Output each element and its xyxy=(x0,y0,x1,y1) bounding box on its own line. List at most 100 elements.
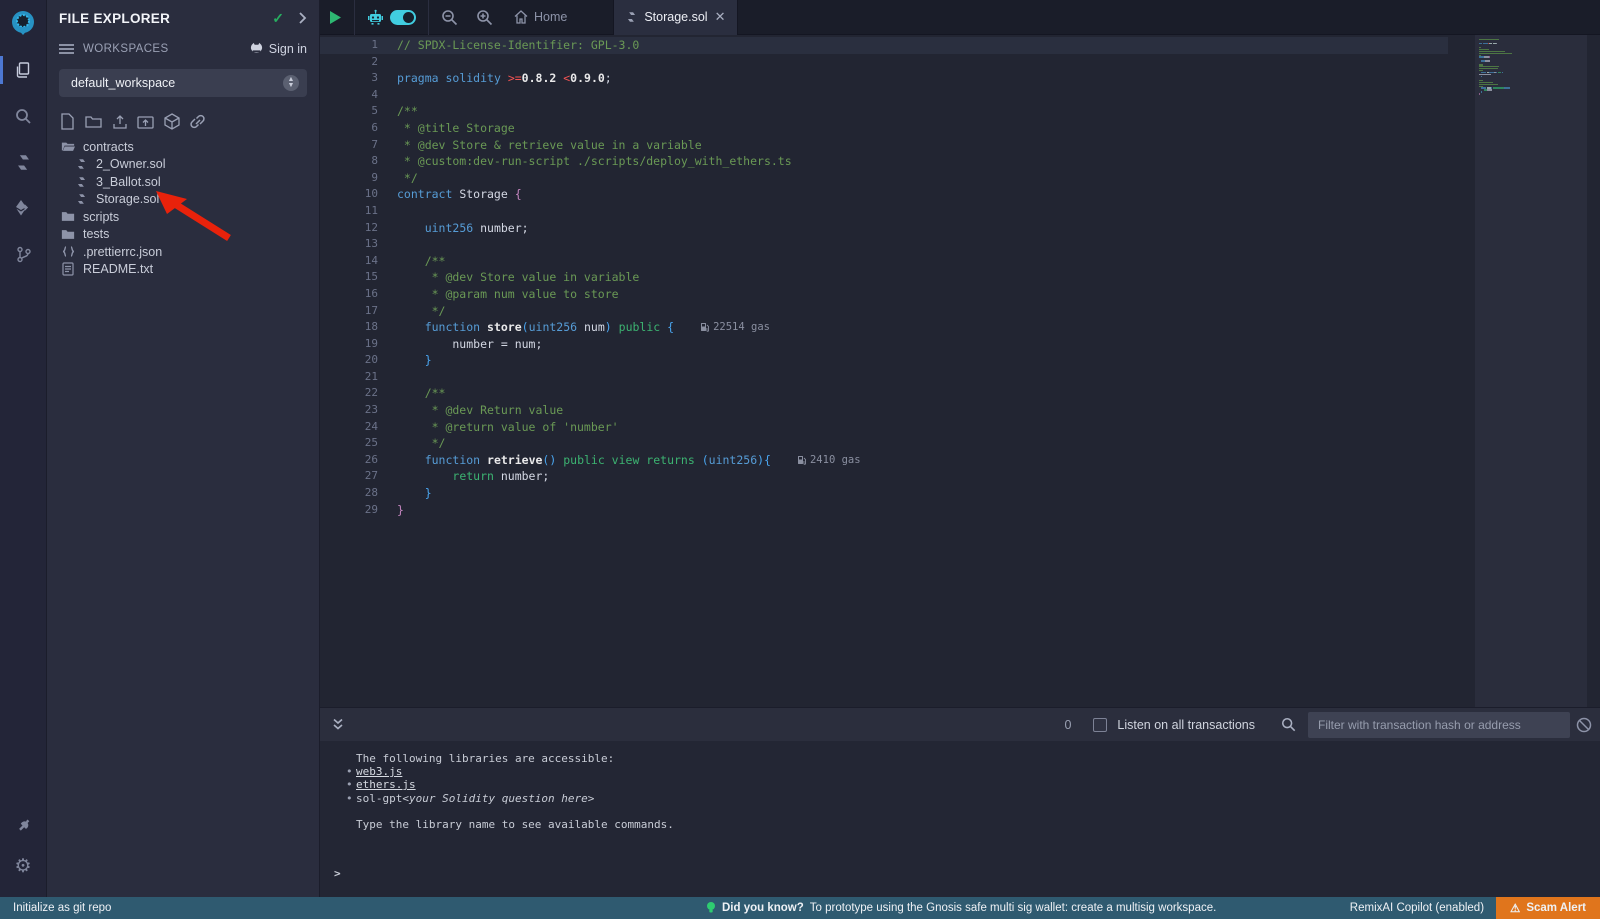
line-text: } xyxy=(378,352,432,369)
code-line-17[interactable]: 17 */ xyxy=(320,303,1448,320)
side-panel: FILE EXPLORER ✓ WORKSPACES Sign in defau… xyxy=(47,0,320,897)
code-line-6[interactable]: 6 * @title Storage xyxy=(320,120,1448,137)
sidebar-item-search[interactable] xyxy=(0,99,47,133)
code-line-2[interactable]: 2 xyxy=(320,54,1448,71)
code-line-29[interactable]: 29} xyxy=(320,502,1448,519)
sidebar-item-settings[interactable]: ⚙ xyxy=(0,849,47,883)
sidebar-item-git[interactable] xyxy=(0,237,47,271)
code-line-24[interactable]: 24 * @return value of 'number' xyxy=(320,419,1448,436)
zoom-in-button[interactable] xyxy=(467,0,502,35)
line-number: 5 xyxy=(320,103,378,120)
terminal-prompt[interactable]: > xyxy=(334,867,341,880)
line-text: * @dev Store value in variable xyxy=(378,269,639,286)
code-line-22[interactable]: 22 /** xyxy=(320,385,1448,402)
upload-file-icon[interactable] xyxy=(111,113,128,130)
code-line-14[interactable]: 14 /** xyxy=(320,253,1448,270)
bullet-icon: • xyxy=(346,765,356,778)
code-line-12[interactable]: 12 uint256 number; xyxy=(320,220,1448,237)
code-line-25[interactable]: 25 */ xyxy=(320,435,1448,452)
code-line-13[interactable]: 13 xyxy=(320,236,1448,253)
file-name: .prettierrc.json xyxy=(83,245,162,259)
line-text: } xyxy=(378,485,432,502)
code-line-16[interactable]: 16 * @param num value to store xyxy=(320,286,1448,303)
line-text: return number; xyxy=(378,468,549,485)
file-tree-item-2-owner-sol[interactable]: 2_Owner.sol xyxy=(47,156,319,174)
editor-topbar: Home Storage.sol ✕ xyxy=(320,0,1600,35)
code-line-19[interactable]: 19 number = num; xyxy=(320,336,1448,353)
upload-folder-icon[interactable] xyxy=(137,113,154,130)
file-tree-item-scripts[interactable]: scripts xyxy=(47,208,319,226)
sidebar-item-plugin-manager[interactable] xyxy=(0,809,47,843)
bullet-icon: • xyxy=(346,778,356,791)
file-tree-item--prettierrc-json[interactable]: .prettierrc.json xyxy=(47,243,319,261)
sidebar-item-solidity-compiler[interactable] xyxy=(0,145,47,179)
file-explorer-icon xyxy=(14,61,32,79)
code-line-5[interactable]: 5/** xyxy=(320,103,1448,120)
transaction-filter-input[interactable] xyxy=(1308,712,1570,738)
new-file-icon[interactable] xyxy=(59,113,76,130)
doc-icon xyxy=(61,262,75,276)
close-tab-icon[interactable]: ✕ xyxy=(715,9,726,25)
code-line-23[interactable]: 23 * @dev Return value xyxy=(320,402,1448,419)
code-line-4[interactable]: 4 xyxy=(320,87,1448,104)
chevron-right-icon[interactable] xyxy=(298,12,307,24)
code-line-8[interactable]: 8 * @custom:dev-run-script ./scripts/dep… xyxy=(320,153,1448,170)
zoom-out-button[interactable] xyxy=(432,0,467,35)
collapse-terminal-icon[interactable] xyxy=(332,718,344,731)
scam-alert-button[interactable]: ⚠ Scam Alert xyxy=(1496,897,1600,919)
hamburger-menu-icon[interactable] xyxy=(59,43,74,55)
library-link[interactable]: web3.js xyxy=(356,765,402,778)
solidity-file-icon xyxy=(626,11,637,23)
file-tree-item-tests[interactable]: tests xyxy=(47,226,319,244)
code-line-3[interactable]: 3pragma solidity >=0.8.2 <0.9.0; xyxy=(320,70,1448,87)
tab-storage-sol[interactable]: Storage.sol ✕ xyxy=(613,0,738,35)
new-folder-icon[interactable] xyxy=(85,113,102,130)
clear-console-icon[interactable] xyxy=(1576,717,1592,733)
code-line-20[interactable]: 20 } xyxy=(320,352,1448,369)
git-init-status[interactable]: Initialize as git repo xyxy=(0,902,111,914)
code-line-27[interactable]: 27 return number; xyxy=(320,468,1448,485)
terminal-search-icon[interactable] xyxy=(1281,717,1296,732)
terminal-library-item: •sol-gpt <your Solidity question here> xyxy=(320,792,1600,805)
tab-home[interactable]: Home xyxy=(502,0,579,35)
sign-in-button[interactable]: Sign in xyxy=(249,42,307,56)
code-line-10[interactable]: 10contract Storage { xyxy=(320,186,1448,203)
line-number: 24 xyxy=(320,419,378,436)
link-icon[interactable] xyxy=(189,113,206,130)
file-tree-item-readme-txt[interactable]: README.txt xyxy=(47,261,319,279)
library-link[interactable]: ethers.js xyxy=(356,778,416,791)
gist-cube-icon[interactable] xyxy=(163,113,180,130)
ai-copilot-robot-icon[interactable] xyxy=(358,0,388,35)
sidebar-item-deploy-run[interactable] xyxy=(0,191,47,225)
code-line-7[interactable]: 7 * @dev Store & retrieve value in a var… xyxy=(320,137,1448,154)
line-text: number = num; xyxy=(378,336,542,353)
ai-copilot-toggle[interactable] xyxy=(388,0,425,35)
file-tree-item-contracts[interactable]: contracts xyxy=(47,138,319,156)
lightbulb-icon xyxy=(706,901,716,915)
solidity-compiler-icon xyxy=(15,154,32,171)
code-line-9[interactable]: 9 */ xyxy=(320,170,1448,187)
line-text: } xyxy=(378,502,404,519)
workspace-select[interactable]: default_workspace ▲▼ xyxy=(59,69,307,97)
code-line-18[interactable]: 18 function store(uint256 num) public {2… xyxy=(320,319,1448,336)
code-line-21[interactable]: 21 xyxy=(320,369,1448,386)
code-line-28[interactable]: 28 } xyxy=(320,485,1448,502)
code-line-1[interactable]: 1// SPDX-License-Identifier: GPL-3.0 xyxy=(320,37,1448,54)
file-tree-item-storage-sol[interactable]: Storage.sol xyxy=(47,191,319,209)
code-line-26[interactable]: 26 function retrieve() public view retur… xyxy=(320,452,1448,469)
file-name: tests xyxy=(83,227,109,241)
terminal-library-item: •ethers.js xyxy=(320,778,1600,791)
code-editor[interactable]: 1// SPDX-License-Identifier: GPL-3.023pr… xyxy=(320,35,1600,707)
run-script-button[interactable] xyxy=(320,0,351,35)
listen-transactions-checkbox[interactable] xyxy=(1093,718,1107,732)
code-line-11[interactable]: 11 xyxy=(320,203,1448,220)
remix-logo-icon[interactable] xyxy=(7,7,39,39)
code-line-15[interactable]: 15 * @dev Store value in variable xyxy=(320,269,1448,286)
file-tree-item-3-ballot-sol[interactable]: 3_Ballot.sol xyxy=(47,173,319,191)
sidebar-item-file-explorer[interactable] xyxy=(0,53,47,87)
terminal[interactable]: The following libraries are accessible: … xyxy=(320,741,1600,897)
minimap[interactable] xyxy=(1475,35,1587,707)
status-bar: Initialize as git repo Did you know? To … xyxy=(0,897,1600,919)
copilot-status[interactable]: RemixAI Copilot (enabled) xyxy=(1350,902,1484,914)
terminal-header: 0 Listen on all transactions xyxy=(320,707,1600,741)
